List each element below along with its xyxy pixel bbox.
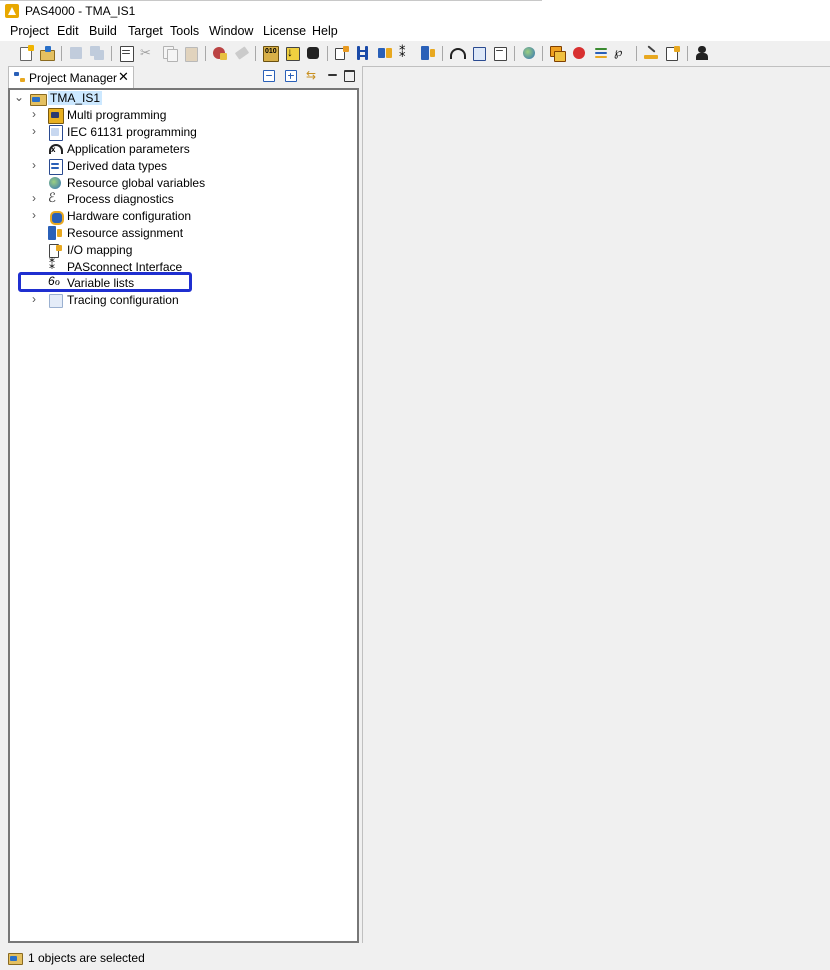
tree-item-label: Application parameters — [67, 142, 190, 156]
project-folder-icon — [8, 952, 23, 965]
io-mapping-icon[interactable] — [377, 45, 393, 61]
tree-item-label: Derived data types — [67, 159, 168, 173]
tree-item-label: Resource assignment — [67, 226, 184, 240]
tree-item-iec-programming[interactable]: › IEC 61131 programming — [30, 124, 330, 141]
user-icon[interactable] — [694, 45, 710, 61]
table-icon[interactable] — [471, 45, 487, 61]
pasconnect-icon: ⁑ — [49, 258, 55, 272]
cut-icon[interactable]: ✂ — [140, 45, 156, 61]
tab-project-manager[interactable]: Project Manager ✕ — [8, 66, 134, 88]
stop-icon[interactable] — [305, 45, 321, 61]
chevron-down-icon[interactable]: ⌄ — [14, 90, 24, 104]
variable-list-icon[interactable]: ℘ — [614, 45, 630, 61]
window-title: PAS4000 - TMA_IS1 — [25, 4, 136, 18]
tree-item-multi-programming[interactable]: › Multi programming — [30, 107, 330, 124]
chevron-right-icon[interactable]: › — [32, 158, 42, 172]
status-bar: 1 objects are selected — [0, 946, 830, 970]
tree-item-io-mapping[interactable]: I/O mapping — [30, 242, 330, 258]
tree-item-application-parameters[interactable]: x Application parameters — [30, 141, 330, 157]
clean-icon[interactable] — [234, 45, 250, 61]
menu-edit[interactable]: Edit — [57, 24, 79, 38]
process-diagnostics-icon: ℰ — [48, 190, 56, 205]
report-icon[interactable] — [593, 45, 609, 61]
verify-icon[interactable] — [212, 45, 228, 61]
title-bar: PAS4000 - TMA_IS1 — [0, 0, 830, 22]
io-icon[interactable] — [355, 45, 371, 61]
status-text: 1 objects are selected — [28, 951, 145, 965]
chevron-right-icon[interactable]: › — [32, 191, 42, 205]
tab-label: Project Manager — [29, 71, 118, 85]
tree-item-label: IEC 61131 programming — [67, 125, 197, 139]
resource-assignment-icon — [48, 226, 62, 240]
menu-bar: Project Edit Build Target Tools Window L… — [0, 22, 830, 41]
diagnostics-icon[interactable] — [571, 45, 587, 61]
menu-target[interactable]: Target — [128, 24, 163, 38]
tree-item-label: Hardware configuration — [67, 209, 192, 223]
globe-icon[interactable] — [521, 45, 537, 61]
expand-all-icon[interactable] — [285, 70, 297, 82]
menu-license[interactable]: License — [263, 24, 306, 38]
derived-data-types-icon — [48, 159, 63, 175]
minimize-icon[interactable] — [327, 70, 339, 82]
network-icon[interactable]: ⁑ — [399, 45, 415, 61]
list-icon[interactable] — [492, 45, 508, 61]
tree-item-derived-data-types[interactable]: › Derived data types — [30, 158, 330, 175]
menu-help[interactable]: Help — [312, 24, 338, 38]
menu-build[interactable]: Build — [89, 24, 117, 38]
gauge-icon[interactable] — [449, 45, 466, 61]
maximize-icon[interactable] — [344, 70, 356, 82]
windows-icon[interactable] — [549, 45, 566, 62]
menu-window[interactable]: Window — [209, 24, 253, 38]
tree-root-label: TMA_IS1 — [48, 91, 103, 105]
chevron-right-icon[interactable]: › — [32, 124, 42, 138]
transfer-icon[interactable] — [420, 45, 436, 61]
close-icon[interactable]: ✕ — [118, 69, 129, 85]
menu-project[interactable]: Project — [10, 24, 49, 38]
tree-item-resource-assignment[interactable]: Resource assignment — [30, 225, 330, 241]
new-project-icon[interactable] — [18, 45, 34, 61]
globe-icon — [48, 176, 62, 190]
chevron-right-icon[interactable]: › — [32, 292, 42, 306]
tree-item-tracing-configuration[interactable]: › Tracing configuration — [30, 292, 330, 308]
iec-programming-icon — [48, 125, 63, 141]
download-icon[interactable]: ↓ — [284, 45, 300, 61]
io-mapping-icon — [48, 243, 62, 258]
tree-item-resource-global-variables[interactable]: Resource global variables — [30, 175, 330, 191]
tree-item-process-diagnostics[interactable]: › ℰ Process diagnostics — [30, 190, 330, 207]
project-manager-icon — [14, 72, 26, 82]
save-icon[interactable] — [68, 45, 84, 61]
connect-icon[interactable] — [334, 45, 350, 61]
tree-root[interactable]: ⌄ TMA_IS1 — [12, 90, 212, 106]
open-project-icon[interactable] — [39, 45, 55, 61]
editor-area — [362, 66, 830, 943]
print-icon[interactable] — [118, 45, 134, 62]
tree-item-label: I/O mapping — [67, 243, 133, 257]
application-parameters-icon: x — [48, 142, 63, 156]
help-icon[interactable] — [665, 45, 681, 61]
multi-programming-icon — [48, 108, 64, 124]
chevron-right-icon[interactable]: › — [32, 107, 42, 121]
edit-icon[interactable] — [643, 45, 659, 61]
collapse-all-icon[interactable] — [263, 70, 275, 82]
copy-icon[interactable] — [162, 45, 178, 62]
title-divider — [0, 0, 542, 1]
app-icon — [5, 4, 19, 18]
toolbar: ✂ 010 ↓ ⁑ ℘ — [0, 41, 830, 65]
highlight-box — [18, 272, 192, 292]
tree-item-hardware-configuration[interactable]: › Hardware configuration — [30, 208, 330, 225]
save-all-icon[interactable] — [89, 45, 105, 61]
hardware-configuration-icon — [48, 209, 64, 225]
menu-tools[interactable]: Tools — [170, 24, 199, 38]
project-folder-icon — [30, 92, 47, 106]
tree-item-label: Resource global variables — [67, 176, 206, 190]
tree-item-label: Process diagnostics — [67, 192, 174, 206]
tracing-configuration-icon — [48, 293, 63, 308]
tree-item-label: Tracing configuration — [67, 293, 179, 307]
paste-icon[interactable] — [183, 45, 199, 62]
tree-item-label: Multi programming — [67, 108, 167, 122]
chevron-right-icon[interactable]: › — [32, 208, 42, 222]
compile-icon[interactable]: 010 — [262, 45, 279, 62]
link-with-editor-icon[interactable]: ⇆ — [306, 68, 318, 82]
